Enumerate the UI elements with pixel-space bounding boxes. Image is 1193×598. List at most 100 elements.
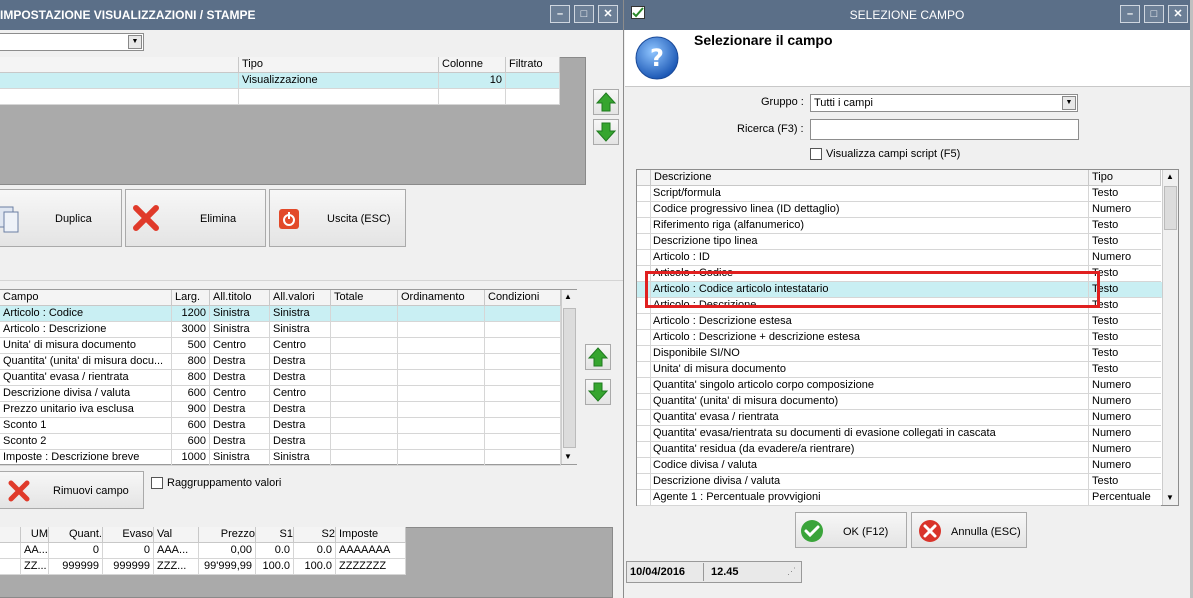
row-indicator[interactable] bbox=[637, 218, 651, 234]
view-selector[interactable]: ▼ bbox=[0, 33, 144, 51]
field-row[interactable]: Quantita' singolo articolo corpo composi… bbox=[637, 378, 1162, 394]
field-row[interactable]: Quantita' residua (da evadere/a rientrar… bbox=[637, 442, 1162, 458]
views-cell-tipo[interactable]: Visualizzazione bbox=[239, 73, 439, 89]
row-indicator[interactable] bbox=[637, 458, 651, 474]
fields-cell[interactable]: Destra bbox=[210, 354, 270, 370]
field-row[interactable]: Quantita' (unita' di misura documento) Nu… bbox=[637, 394, 1162, 410]
field-description[interactable]: Riferimento riga (alfanumerico) bbox=[651, 218, 1089, 234]
fields-cell[interactable] bbox=[398, 338, 485, 354]
fields-cell[interactable]: Destra bbox=[210, 418, 270, 434]
field-type[interactable]: Numero bbox=[1089, 442, 1161, 458]
fields-cell[interactable]: Quantita' (unita' di misura docu... bbox=[0, 354, 172, 370]
row-indicator[interactable] bbox=[637, 394, 651, 410]
field-description[interactable]: Disponibile SI/NO bbox=[651, 346, 1089, 362]
fields-cell[interactable] bbox=[485, 386, 561, 402]
maximize-button[interactable]: □ bbox=[574, 5, 594, 23]
field-type[interactable]: Numero bbox=[1089, 202, 1161, 218]
fields-cell[interactable]: 800 bbox=[172, 354, 210, 370]
fields-cell[interactable] bbox=[485, 370, 561, 386]
row-indicator[interactable] bbox=[637, 378, 651, 394]
scroll-up-icon[interactable]: ▲ bbox=[1166, 172, 1174, 181]
fields-cell[interactable]: Destra bbox=[270, 354, 331, 370]
fields-cell[interactable]: Articolo : Codice bbox=[0, 306, 172, 322]
row-indicator[interactable] bbox=[637, 330, 651, 346]
field-description[interactable]: Agente 1 : Percentuale provvigioni bbox=[651, 490, 1089, 506]
fields-cell[interactable]: Sconto 1 bbox=[0, 418, 172, 434]
fields-cell[interactable] bbox=[485, 434, 561, 450]
fields-cell[interactable] bbox=[398, 402, 485, 418]
fields-cell[interactable]: Sinistra bbox=[270, 322, 331, 338]
field-type[interactable]: Numero bbox=[1089, 458, 1161, 474]
row-indicator[interactable] bbox=[637, 474, 651, 490]
row-indicator[interactable] bbox=[637, 426, 651, 442]
fields-cell[interactable] bbox=[331, 450, 398, 466]
fields-cell[interactable]: Destra bbox=[210, 370, 270, 386]
fields-cell[interactable] bbox=[398, 434, 485, 450]
views-cell-colonne[interactable]: 10 bbox=[439, 73, 506, 89]
close-button[interactable]: ✕ bbox=[598, 5, 618, 23]
dialog-maximize-button[interactable]: □ bbox=[1144, 5, 1164, 23]
field-type[interactable]: Percentuale bbox=[1089, 490, 1161, 506]
field-description[interactable]: Codice progressivo linea (ID dettaglio) bbox=[651, 202, 1089, 218]
field-type[interactable]: Testo bbox=[1089, 186, 1161, 202]
views-cell[interactable] bbox=[0, 89, 239, 105]
chevron-down-icon[interactable]: ▼ bbox=[1062, 96, 1076, 110]
fields-cell[interactable]: Sinistra bbox=[210, 450, 270, 466]
field-description[interactable]: Unita' di misura documento bbox=[651, 362, 1089, 378]
uscita-button[interactable]: Uscita (ESC) bbox=[269, 189, 406, 247]
field-row[interactable]: Disponibile SI/NO Testo bbox=[637, 346, 1162, 362]
scroll-down-icon[interactable]: ▼ bbox=[1166, 493, 1174, 502]
field-description[interactable]: Descrizione divisa / valuta bbox=[651, 474, 1089, 490]
fields-cell[interactable]: Quantita' evasa / rientrata bbox=[0, 370, 172, 386]
fields-cell[interactable]: 900 bbox=[172, 402, 210, 418]
views-cell[interactable] bbox=[506, 89, 560, 105]
fields-cell[interactable] bbox=[485, 322, 561, 338]
row-indicator[interactable] bbox=[637, 346, 651, 362]
fields-cell[interactable]: 1200 bbox=[172, 306, 210, 322]
fields-cell[interactable]: 600 bbox=[172, 386, 210, 402]
resize-grip-icon[interactable]: ⋰ bbox=[787, 566, 796, 577]
field-row[interactable]: Articolo : Descrizione + descrizione est… bbox=[637, 330, 1162, 346]
fields-cell[interactable]: Sinistra bbox=[210, 306, 270, 322]
fields-cell[interactable]: 3000 bbox=[172, 322, 210, 338]
fields-cell[interactable] bbox=[331, 354, 398, 370]
fields-cell[interactable]: Sinistra bbox=[270, 450, 331, 466]
dialog-minimize-button[interactable]: – bbox=[1120, 5, 1140, 23]
fields-cell[interactable]: Sinistra bbox=[210, 322, 270, 338]
fields-cell[interactable] bbox=[485, 306, 561, 322]
views-cell-filtrato[interactable] bbox=[506, 73, 560, 89]
ricerca-input[interactable] bbox=[810, 119, 1079, 140]
row-indicator[interactable] bbox=[637, 490, 651, 506]
fields-cell[interactable]: Destra bbox=[270, 370, 331, 386]
raggruppamento-checkbox[interactable] bbox=[151, 477, 163, 489]
scroll-down-icon[interactable]: ▼ bbox=[564, 452, 572, 461]
field-description[interactable]: Script/formula bbox=[651, 186, 1089, 202]
field-row[interactable]: Descrizione divisa / valuta Testo bbox=[637, 474, 1162, 490]
field-row[interactable]: Agente 1 : Percentuale provvigioni Percen… bbox=[637, 490, 1162, 506]
annulla-button[interactable]: Annulla (ESC) bbox=[911, 512, 1027, 548]
fields-cell[interactable]: Destra bbox=[270, 434, 331, 450]
fields-cell[interactable]: 500 bbox=[172, 338, 210, 354]
scroll-up-icon[interactable]: ▲ bbox=[564, 292, 572, 301]
move-down-button[interactable] bbox=[593, 119, 619, 145]
rimuovi-campo-button[interactable]: Rimuovi campo bbox=[0, 471, 144, 509]
field-description[interactable]: Quantita' singolo articolo corpo composi… bbox=[651, 378, 1089, 394]
scroll-thumb[interactable] bbox=[563, 308, 576, 448]
fields-cell[interactable]: Centro bbox=[270, 338, 331, 354]
field-row[interactable]: Descrizione tipo linea Testo bbox=[637, 234, 1162, 250]
row-indicator[interactable] bbox=[637, 314, 651, 330]
row-indicator[interactable] bbox=[637, 234, 651, 250]
fields-cell[interactable]: Centro bbox=[210, 386, 270, 402]
gruppo-select[interactable]: Tutti i campi ▼ bbox=[810, 94, 1078, 112]
field-type[interactable]: Testo bbox=[1089, 234, 1161, 250]
chevron-down-icon[interactable]: ▼ bbox=[128, 35, 142, 49]
fields-cell[interactable]: 600 bbox=[172, 418, 210, 434]
field-row[interactable]: Quantita' evasa/rientrata su documenti d… bbox=[637, 426, 1162, 442]
fields-scrollbar[interactable]: ▲ ▼ bbox=[561, 290, 577, 464]
field-description[interactable]: Descrizione tipo linea bbox=[651, 234, 1089, 250]
field-type[interactable]: Numero bbox=[1089, 426, 1161, 442]
fields-cell[interactable] bbox=[485, 354, 561, 370]
fields-cell[interactable] bbox=[331, 434, 398, 450]
row-indicator[interactable] bbox=[637, 442, 651, 458]
fields-cell[interactable] bbox=[485, 418, 561, 434]
